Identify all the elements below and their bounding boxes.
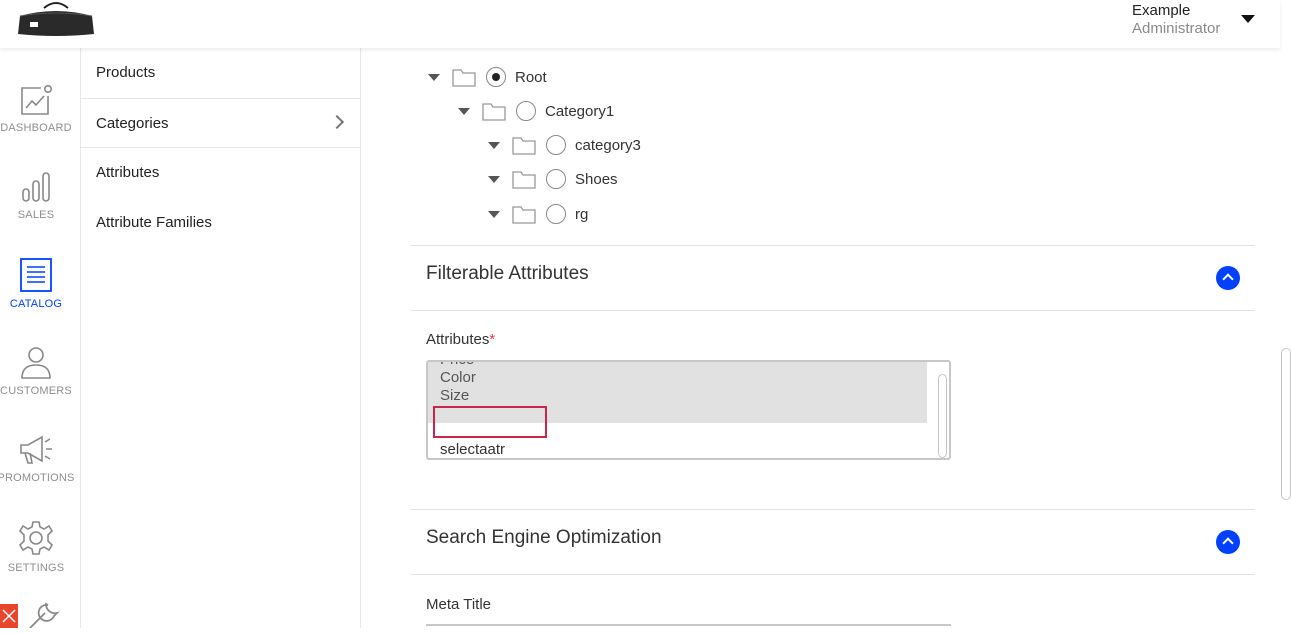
nav-sales[interactable]: SALES <box>0 171 72 221</box>
highlight-box <box>433 406 547 438</box>
nav-label-catalog: CATALOG <box>9 298 63 310</box>
tree-node-label: category3 <box>575 136 641 154</box>
tree-node-root: Root <box>428 65 547 89</box>
logo[interactable] <box>16 0 96 36</box>
category-radio[interactable] <box>516 101 536 121</box>
category-radio[interactable] <box>546 135 566 155</box>
divider <box>411 509 1255 510</box>
folder-icon <box>512 206 536 224</box>
submenu-item-attribute-families[interactable]: Attribute Families <box>81 198 360 248</box>
collapse-section-button[interactable] <box>1216 266 1240 290</box>
attribute-option[interactable]: Color <box>428 369 927 387</box>
submenu-label: Attributes <box>96 164 160 181</box>
nav-catalog[interactable]: CATALOG <box>0 258 72 310</box>
catalog-submenu: Products Categories Attributes Attribute… <box>81 48 361 628</box>
tree-node-shoes: Shoes <box>488 167 618 191</box>
dashboard-icon <box>21 84 52 115</box>
caret-down-icon[interactable] <box>488 210 500 218</box>
nav-label-settings: SETTINGS <box>7 562 65 574</box>
divider <box>411 310 1255 311</box>
submenu-label: Products <box>96 64 156 81</box>
required-asterisk: * <box>489 331 496 348</box>
divider <box>411 574 1255 575</box>
nav-promotions[interactable]: PROMOTIONS <box>0 434 74 484</box>
category-radio[interactable] <box>546 204 566 224</box>
attributes-label-text: Attributes <box>426 331 490 348</box>
user-menu[interactable]: Example Administrator <box>1132 2 1220 38</box>
submenu-label: Attribute Families <box>96 214 212 231</box>
nav-customers[interactable]: CUSTOMERS <box>0 346 72 397</box>
tree-node-category3: category3 <box>488 133 641 157</box>
nav-label-dashboard: DASHBOARD <box>0 122 72 134</box>
nav-label-promotions: PROMOTIONS <box>0 472 75 484</box>
caret-down-icon[interactable] <box>458 107 470 115</box>
tree-node-category1: Category1 <box>458 99 614 123</box>
sales-icon <box>22 172 50 202</box>
nav-settings[interactable]: SETTINGS <box>0 520 72 574</box>
tree-node-rg: rg <box>488 202 588 226</box>
folder-icon <box>482 103 506 121</box>
attribute-option[interactable]: selectaatr <box>428 441 927 458</box>
submenu-item-attributes[interactable]: Attributes <box>81 148 360 198</box>
page-scrollbar[interactable] <box>1281 348 1291 500</box>
main-content: Root Category1 category3 Shoes rg Filter… <box>361 48 1280 628</box>
tree-node-label: Root <box>515 68 547 86</box>
folder-icon <box>452 69 476 87</box>
category-radio[interactable] <box>546 169 566 189</box>
submenu-label: Categories <box>96 115 169 132</box>
meta-title-label: Meta Title <box>426 596 492 613</box>
nav-label-customers: CUSTOMERS <box>0 385 72 397</box>
attribute-option[interactable]: Price <box>428 362 927 369</box>
settings-icon <box>18 521 54 555</box>
filterable-attributes-title[interactable]: Filterable Attributes <box>426 263 589 285</box>
chevron-right-icon <box>329 114 345 130</box>
tree-node-label: Shoes <box>575 170 618 188</box>
notification-icon[interactable] <box>0 604 18 628</box>
nav-dashboard[interactable]: DASHBOARD <box>0 84 72 134</box>
attribute-option[interactable]: Size <box>428 387 927 405</box>
user-role: Administrator <box>1132 20 1221 37</box>
tree-node-label: rg <box>575 205 589 223</box>
icon-sidebar: DASHBOARD SALES CATALOG CUSTOMERS PROMOT… <box>0 48 81 628</box>
multiselect-scrollbar[interactable] <box>938 374 947 458</box>
folder-icon <box>512 171 536 189</box>
seo-section-title[interactable]: Search Engine Optimization <box>426 527 662 549</box>
catalog-icon <box>20 258 52 292</box>
submenu-item-products[interactable]: Products <box>81 48 360 98</box>
tree-node-label: Category1 <box>545 102 615 120</box>
user-name: Example <box>1132 2 1191 19</box>
collapse-section-button[interactable] <box>1216 530 1240 554</box>
caret-down-icon[interactable] <box>488 175 500 183</box>
customers-icon <box>21 347 51 379</box>
caret-down-icon[interactable] <box>1241 15 1255 23</box>
nav-label-sales: SALES <box>17 209 55 221</box>
promotions-icon <box>20 435 52 464</box>
caret-down-icon[interactable] <box>488 141 500 149</box>
submenu-item-categories[interactable]: Categories <box>81 98 360 148</box>
category-radio[interactable] <box>486 67 506 87</box>
divider <box>411 245 1255 246</box>
folder-icon <box>512 137 536 155</box>
wrench-icon[interactable] <box>24 602 60 628</box>
meta-title-input[interactable] <box>426 624 951 634</box>
top-header: Example Administrator <box>0 0 1280 48</box>
attributes-label: Attributes* <box>426 331 495 348</box>
caret-down-icon[interactable] <box>428 73 440 81</box>
